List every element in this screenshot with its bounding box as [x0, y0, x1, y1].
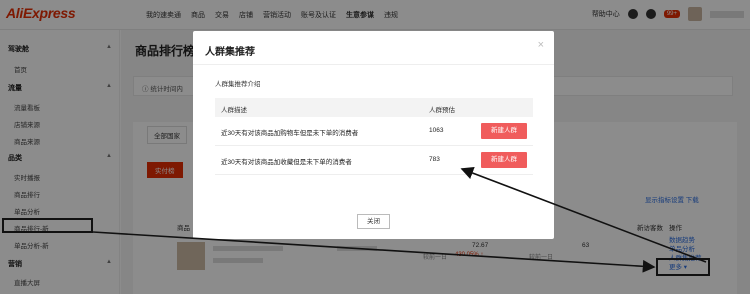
annotation-arrows	[92, 167, 707, 273]
annotation-arrow-2	[460, 167, 707, 263]
annotation-arrow-1	[92, 231, 656, 273]
